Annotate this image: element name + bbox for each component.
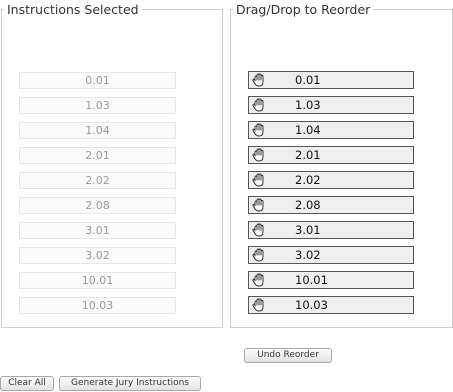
grab-hand-icon[interactable] <box>252 197 266 213</box>
grab-hand-icon[interactable] <box>252 72 266 88</box>
generate-jury-instructions-button[interactable]: Generate Jury Instructions <box>59 376 201 391</box>
reorder-legend: Drag/Drop to Reorder <box>236 2 371 17</box>
reorder-item-label: 3.02 <box>295 248 321 262</box>
selected-item: 3.02 <box>19 247 176 264</box>
selected-item: 3.01 <box>19 222 176 239</box>
grab-hand-icon[interactable] <box>252 97 266 113</box>
selected-item: 10.03 <box>19 297 176 314</box>
reorder-item-label: 1.03 <box>295 98 321 112</box>
reorder-item[interactable]: 1.03 <box>248 96 414 114</box>
selected-item: 2.02 <box>19 172 176 189</box>
reorder-item[interactable]: 2.08 <box>248 196 414 214</box>
reorder-item[interactable]: 10.03 <box>248 296 414 314</box>
grab-hand-icon[interactable] <box>252 172 266 188</box>
reorder-item[interactable]: 3.02 <box>248 246 414 264</box>
undo-reorder-button[interactable]: Undo Reorder <box>244 348 332 363</box>
selected-item: 1.03 <box>19 97 176 114</box>
reorder-item-label: 10.01 <box>295 273 328 287</box>
reorder-item-label: 2.08 <box>295 198 321 212</box>
reorder-item[interactable]: 2.01 <box>248 146 414 164</box>
reorder-item-label: 10.03 <box>295 298 328 312</box>
grab-hand-icon[interactable] <box>252 222 266 238</box>
instructions-selected-panel: Instructions Selected 0.01 1.03 1.04 2.01 2.… <box>1 2 223 328</box>
selected-item: 2.08 <box>19 197 176 214</box>
reorder-item-label: 3.01 <box>295 223 321 237</box>
reorder-item[interactable]: 1.04 <box>248 121 414 139</box>
reorder-item[interactable]: 2.02 <box>248 171 414 189</box>
reorder-item-label: 0.01 <box>295 73 321 87</box>
grab-hand-icon[interactable] <box>252 272 266 288</box>
reorder-list: 0.01 1.03 1.04 2.01 2.02 2.08 3.01 3.02 10.01 10.… <box>248 71 414 321</box>
instructions-selected-legend: Instructions Selected <box>7 2 139 17</box>
reorder-panel: Drag/Drop to Reorder 0.01 1.03 1.04 2.01 2.0… <box>230 2 453 328</box>
selected-item: 1.04 <box>19 122 176 139</box>
reorder-item-label: 1.04 <box>295 123 321 137</box>
selected-item: 0.01 <box>19 72 176 89</box>
grab-hand-icon[interactable] <box>252 247 266 263</box>
reorder-item-label: 2.02 <box>295 173 321 187</box>
reorder-item-label: 2.01 <box>295 148 321 162</box>
grab-hand-icon[interactable] <box>252 297 266 313</box>
selected-item: 2.01 <box>19 147 176 164</box>
reorder-item[interactable]: 0.01 <box>248 71 414 89</box>
grab-hand-icon[interactable] <box>252 122 266 138</box>
reorder-item[interactable]: 10.01 <box>248 271 414 289</box>
reorder-item[interactable]: 3.01 <box>248 221 414 239</box>
selected-item: 10.01 <box>19 272 176 289</box>
selected-list: 0.01 1.03 1.04 2.01 2.02 2.08 3.01 3.02 10.01 10.… <box>19 72 176 322</box>
clear-all-button[interactable]: Clear All <box>0 376 54 391</box>
grab-hand-icon[interactable] <box>252 147 266 163</box>
